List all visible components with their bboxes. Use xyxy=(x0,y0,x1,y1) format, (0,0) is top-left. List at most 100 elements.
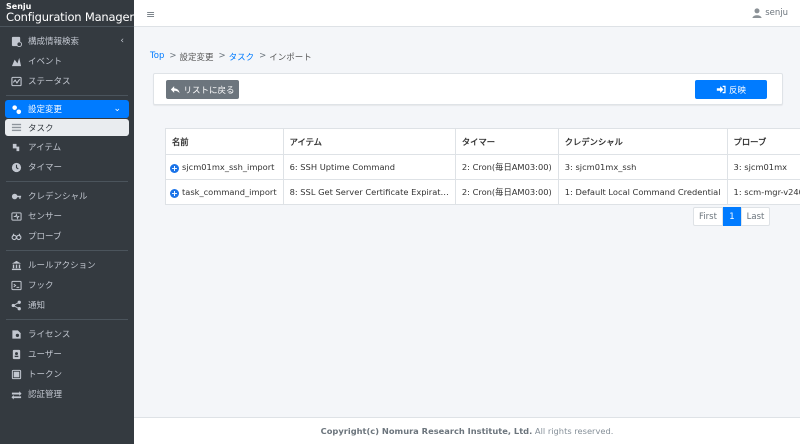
token-icon xyxy=(11,369,22,380)
sidebar-item-label: アイテム xyxy=(28,143,62,153)
table-cell-timer: 2: Cron(毎日AM03:00) xyxy=(454,154,559,180)
sidebar-item-label: 設定変更 xyxy=(28,105,63,115)
sidebar-item-label: ステータス xyxy=(28,77,71,87)
pagination-page-1[interactable]: 1 xyxy=(723,207,741,226)
breadcrumb-task[interactable]: タスク xyxy=(229,51,255,63)
table-cell-credential: 3: sjcm01mx_ssh xyxy=(557,154,728,180)
settings-change-icon xyxy=(11,104,22,115)
apply-button-label: 反映 xyxy=(728,85,746,96)
table-cell-item: 6: SSH Uptime Command xyxy=(282,154,456,180)
table-cell-item: 8: SSL Get Server Certificate Expirat… xyxy=(282,179,456,205)
chevron-down-icon: ⌄ xyxy=(113,104,121,114)
license-icon xyxy=(11,329,22,340)
back-to-list-button[interactable]: リストに戻る xyxy=(166,80,239,99)
user-name: senju xyxy=(765,8,788,18)
auth-icon xyxy=(11,389,22,400)
sensor-icon xyxy=(11,211,22,222)
sidebar-item-label: タイマー xyxy=(28,163,63,173)
sidebar-item-timer[interactable]: タイマー xyxy=(0,157,134,177)
sidebar-item-item[interactable]: アイテム xyxy=(0,137,134,157)
divider xyxy=(6,250,128,251)
action-card: リストに戻る 反映 xyxy=(153,73,783,105)
hook-icon xyxy=(11,280,22,291)
breadcrumb-top[interactable]: Top xyxy=(150,51,164,63)
column-header-item: アイテム xyxy=(282,128,456,155)
divider xyxy=(6,95,128,96)
sidebar-item-event[interactable]: イベント xyxy=(0,51,134,71)
sidebar-item-label: 認証管理 xyxy=(28,390,63,400)
expand-plus-icon[interactable]: + xyxy=(170,163,179,173)
pagination: First 1 Last xyxy=(693,207,770,226)
breadcrumb-current: インポート xyxy=(269,53,312,63)
status-icon xyxy=(11,76,22,87)
user-menu[interactable]: senju xyxy=(752,8,788,18)
sidebar-item-label: フック xyxy=(28,281,54,291)
sidebar-item-label: 構成情報検索 xyxy=(28,37,80,47)
footer-copyright: Copyright(c) Nomura Research Institute, … xyxy=(320,426,533,436)
sidebar: Senju Configuration Manager 構成情報検索 ‹ イベン… xyxy=(0,0,134,444)
sidebar-item-settings-change[interactable]: 設定変更 ⌄ xyxy=(5,100,129,118)
sidebar-item-config-search[interactable]: 構成情報検索 ‹ xyxy=(0,31,134,51)
sidebar-item-hook[interactable]: フック xyxy=(0,275,134,295)
sidebar-nav: 構成情報検索 ‹ イベント ステータス 設定変更 ⌄ タスク アイテム タイマー xyxy=(0,27,134,404)
credential-icon xyxy=(11,191,22,202)
breadcrumb-separator: > xyxy=(218,51,226,61)
sidebar-item-notification[interactable]: 通知 xyxy=(0,295,134,315)
table-cell-credential: 1: Default Local Command Credential xyxy=(557,179,728,205)
sidebar-item-task[interactable]: タスク xyxy=(5,119,129,136)
brand-logo[interactable]: Senju Configuration Manager xyxy=(0,0,134,27)
import-task-table: 名前 アイテム タイマー クレデンシャル プローブ + sjcm01mx_ssh_… xyxy=(165,128,800,205)
breadcrumb-settings: 設定変更 xyxy=(179,53,214,63)
back-button-label: リストに戻る xyxy=(183,85,235,96)
event-icon xyxy=(11,56,22,67)
sidebar-item-sensor[interactable]: センサー xyxy=(0,206,134,226)
breadcrumb-separator: > xyxy=(169,51,177,61)
user-icon xyxy=(11,349,22,360)
sidebar-item-label: 通知 xyxy=(28,301,46,311)
column-header-timer: タイマー xyxy=(454,128,559,155)
task-icon xyxy=(11,122,22,133)
item-icon xyxy=(11,142,22,153)
sidebar-item-label: イベント xyxy=(28,57,63,67)
sidebar-item-label: ユーザー xyxy=(28,350,62,360)
sidebar-item-probe[interactable]: プローブ xyxy=(0,226,134,246)
sidebar-item-user[interactable]: ユーザー xyxy=(0,344,134,364)
divider xyxy=(6,181,128,182)
table-cell-probe: 3: sjcm01mx xyxy=(726,154,800,180)
sidebar-item-license[interactable]: ライセンス xyxy=(0,324,134,344)
user-avatar-icon xyxy=(752,8,762,18)
top-navbar: ≡ senju xyxy=(134,0,800,27)
sidebar-item-status[interactable]: ステータス xyxy=(0,71,134,91)
table-header-row: 名前 アイテム タイマー クレデンシャル プローブ xyxy=(165,128,800,155)
table-row: + task_command_import 8: SSL Get Server C… xyxy=(165,179,800,205)
config-search-icon xyxy=(11,36,22,47)
expand-plus-icon[interactable]: + xyxy=(170,188,179,198)
sidebar-item-rule-action[interactable]: ルールアクション xyxy=(0,255,134,275)
sidebar-item-label: プローブ xyxy=(28,232,62,242)
reply-all-icon xyxy=(171,86,181,94)
pagination-first[interactable]: First xyxy=(693,207,723,226)
breadcrumb: Top > 設定変更 > タスク > インポート xyxy=(150,51,312,63)
divider xyxy=(6,319,128,320)
sidebar-item-auth[interactable]: 認証管理 xyxy=(0,384,134,404)
probe-icon xyxy=(11,231,22,242)
task-name: task_command_import xyxy=(182,186,277,197)
sidebar-item-label: センサー xyxy=(28,212,63,222)
column-header-probe: プローブ xyxy=(726,128,800,155)
rule-action-icon xyxy=(11,260,22,271)
hamburger-menu-icon[interactable]: ≡ xyxy=(146,8,155,21)
table-row: + sjcm01mx_ssh_import 6: SSH Uptime Comma… xyxy=(165,154,800,180)
notification-icon xyxy=(11,300,22,311)
table-cell-probe: 1: scm-mgr-v2400 xyxy=(726,179,800,205)
sidebar-item-label: ルールアクション xyxy=(28,261,96,271)
apply-button[interactable]: 反映 xyxy=(695,80,767,99)
task-name: sjcm01mx_ssh_import xyxy=(182,161,275,172)
sidebar-item-token[interactable]: トークン xyxy=(0,364,134,384)
pagination-last[interactable]: Last xyxy=(741,207,770,226)
breadcrumb-separator: > xyxy=(259,51,267,61)
column-header-credential: クレデンシャル xyxy=(557,128,728,155)
column-header-name: 名前 xyxy=(165,128,284,155)
table-cell-timer: 2: Cron(毎日AM03:00) xyxy=(454,179,559,205)
sidebar-item-label: ライセンス xyxy=(28,330,71,340)
sidebar-item-credential[interactable]: クレデンシャル xyxy=(0,186,134,206)
